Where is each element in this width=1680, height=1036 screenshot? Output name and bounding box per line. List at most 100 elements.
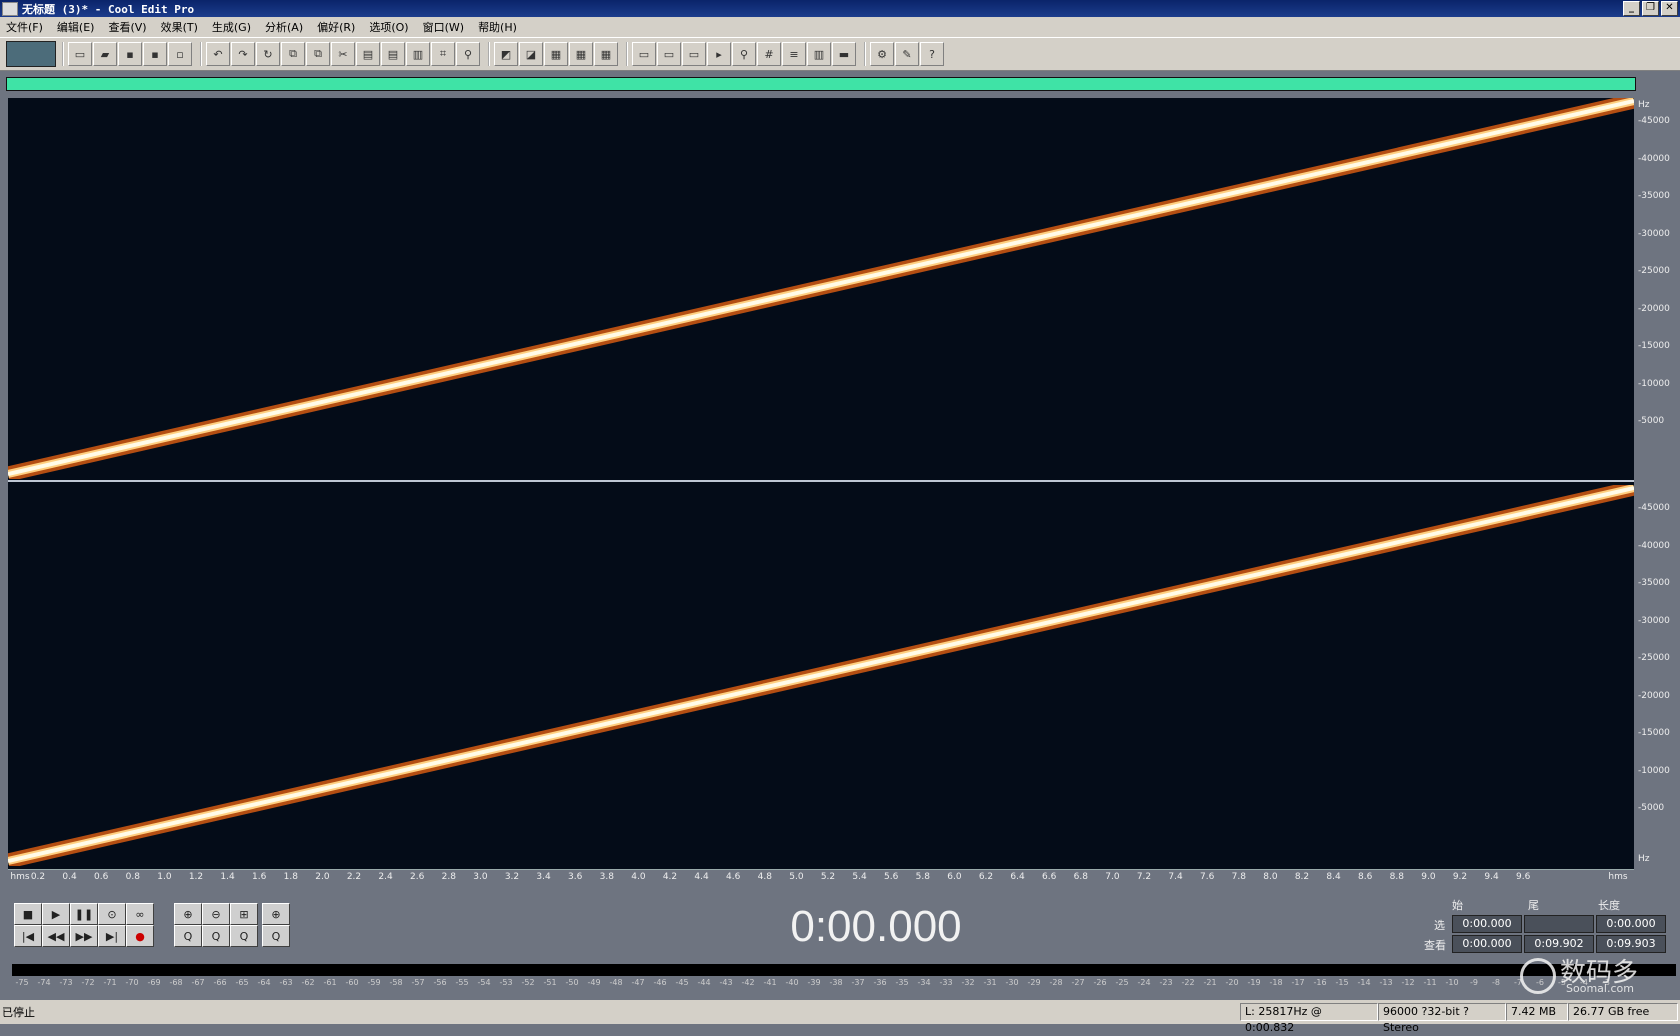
time-tick-label: 3.8	[599, 872, 614, 882]
menu-effects[interactable]: 效果(T)	[155, 19, 206, 35]
spectral-view-icon: ▦	[550, 47, 562, 61]
rewind-button[interactable]: ◀◀	[42, 925, 70, 947]
fast-forward-button[interactable]: ▶▶	[70, 925, 98, 947]
play-button[interactable]: ▶	[42, 903, 70, 925]
zoom-vertical-out-button[interactable]: Q	[262, 925, 290, 947]
view-start-field[interactable]: 0:00.000	[1452, 935, 1522, 953]
repeat-button[interactable]: ↻	[256, 42, 280, 66]
open-file-button[interactable]: ▰	[93, 42, 117, 66]
snap-button[interactable]: ⚲	[456, 42, 480, 66]
level-tick-label: -69	[147, 978, 161, 987]
cut-button[interactable]: ✂	[331, 42, 355, 66]
help-button[interactable]: ?	[920, 42, 944, 66]
menu-options[interactable]: 选项(O)	[363, 19, 416, 35]
menu-help[interactable]: 帮助(H)	[472, 19, 525, 35]
tool-button[interactable]: ✎	[895, 42, 919, 66]
maximize-button[interactable]: ❐	[1642, 1, 1659, 16]
level-meter: -75 -74 -73 -72 -71 -70 -69 -68 -67 -66 -65 -64 -63-…	[8, 960, 1680, 990]
zoom-full-button[interactable]: ⊞	[230, 903, 258, 925]
zoom-left-button[interactable]: Q	[174, 925, 202, 947]
level-tick-label: -46	[653, 978, 667, 987]
normalize-button[interactable]: ◪	[519, 42, 543, 66]
settings-icon: ⚙	[877, 47, 887, 61]
stop-button[interactable]: ■	[14, 903, 42, 925]
mix-paste-button[interactable]: ▥	[406, 42, 430, 66]
record-button[interactable]: ●	[126, 925, 154, 947]
zoom-vertical-in-button[interactable]: ⊕	[262, 903, 290, 925]
envelope-icon: ◩	[500, 47, 512, 61]
new-file-button[interactable]: ▭	[68, 42, 92, 66]
snap-icon: ⚲	[463, 47, 473, 61]
level-tick-label: -33	[939, 978, 953, 987]
redo-button[interactable]: ↷	[231, 42, 255, 66]
copy-button[interactable]: ⧉	[281, 42, 305, 66]
crop-button[interactable]: ⌗	[431, 42, 455, 66]
time-tick-label: 7.4	[1168, 872, 1183, 882]
play-list-button[interactable]: ▸	[707, 42, 731, 66]
frequency-tick-label: -45000	[1638, 503, 1670, 513]
pause-button[interactable]: ❚❚	[70, 903, 98, 925]
level-tick-label: -68	[169, 978, 183, 987]
level-tick-label: -73	[59, 978, 73, 987]
menu-analyze[interactable]: 分析(A)	[259, 19, 311, 35]
frequency-tick-label: -10000	[1638, 378, 1670, 389]
mixer-button[interactable]: ▥	[807, 42, 831, 66]
paste-button[interactable]: ▤	[356, 42, 380, 66]
menu-window[interactable]: 窗口(W)	[417, 19, 472, 35]
go-to-end-button[interactable]: ▶|	[98, 925, 126, 947]
multitrack-toggle-button[interactable]	[6, 41, 56, 67]
frequency-tick-label: -40000	[1638, 540, 1670, 551]
waveform-view-icon: ▦	[575, 47, 587, 61]
spectrogram-view[interactable]	[8, 98, 1634, 869]
loop-button[interactable]: ∞	[126, 903, 154, 925]
minimize-button[interactable]: _	[1623, 1, 1640, 16]
level-tick-label: -64	[257, 978, 271, 987]
menu-favorites[interactable]: 偏好(R)	[311, 19, 363, 35]
waveform-view-button[interactable]: ▦	[569, 42, 593, 66]
zoom-sel-button[interactable]: ▭	[657, 42, 681, 66]
spectral-pan-button[interactable]: ▦	[594, 42, 618, 66]
save-button[interactable]: ▪	[118, 42, 142, 66]
selection-length-field[interactable]: 0:00.000	[1596, 915, 1666, 933]
toolbar-group-5: ⚙ ✎?	[864, 42, 944, 66]
undo-button[interactable]: ↶	[206, 42, 230, 66]
level-tick-label: -34	[917, 978, 931, 987]
info-button[interactable]: ⚲	[732, 42, 756, 66]
selection-end-field[interactable]	[1524, 915, 1594, 933]
cue-list-button[interactable]: ▭	[682, 42, 706, 66]
crop-icon: ⌗	[439, 47, 447, 60]
menu-edit[interactable]: 编辑(E)	[51, 19, 103, 35]
paste-new-button[interactable]: ▤	[381, 42, 405, 66]
menu-view[interactable]: 查看(V)	[102, 19, 154, 35]
copy-new-button[interactable]: ⧉	[306, 42, 330, 66]
zoom-in-button[interactable]: ⊕	[174, 903, 202, 925]
close-button[interactable]: ✕	[1661, 1, 1678, 16]
close-button[interactable]: ▫	[168, 42, 192, 66]
go-to-start-button[interactable]: |◀	[14, 925, 42, 947]
zoom-out-button[interactable]: ⊖	[202, 903, 230, 925]
overview-bar[interactable]	[6, 77, 1636, 91]
save-all-button[interactable]: ▪	[143, 42, 167, 66]
zoom-right-button[interactable]: Q	[202, 925, 230, 947]
time-format-button[interactable]: #	[757, 42, 781, 66]
time-tick-label: 8.0	[1263, 872, 1278, 882]
envelope-button[interactable]: ◩	[494, 42, 518, 66]
menu-file[interactable]: 文件(F)	[0, 19, 51, 35]
selection-start-field[interactable]: 0:00.000	[1452, 915, 1522, 933]
level-tick-label: -8	[1492, 978, 1500, 987]
time-tick-label: 7.6	[1200, 872, 1215, 882]
frequency-tick-label: -35000	[1638, 191, 1670, 201]
settings-button[interactable]: ⚙	[870, 42, 894, 66]
play-to-end-button[interactable]: ⊙	[98, 903, 126, 925]
menu-generate[interactable]: 生成(G)	[206, 19, 259, 35]
level-tick-label: -26	[1093, 978, 1107, 987]
spectral-view-button[interactable]: ▦	[544, 42, 568, 66]
level-tick-label: -74	[37, 978, 51, 987]
right-channel-spectrogram[interactable]	[8, 485, 1634, 866]
zoom-full-button[interactable]: ▭	[632, 42, 656, 66]
left-channel-spectrogram[interactable]	[8, 98, 1634, 479]
zoom-selection-button[interactable]: Q	[230, 925, 258, 947]
metronome-button[interactable]: ▬	[832, 42, 856, 66]
frequency-tick-label: -10000	[1638, 765, 1670, 776]
frequency-button[interactable]: ≡	[782, 42, 806, 66]
